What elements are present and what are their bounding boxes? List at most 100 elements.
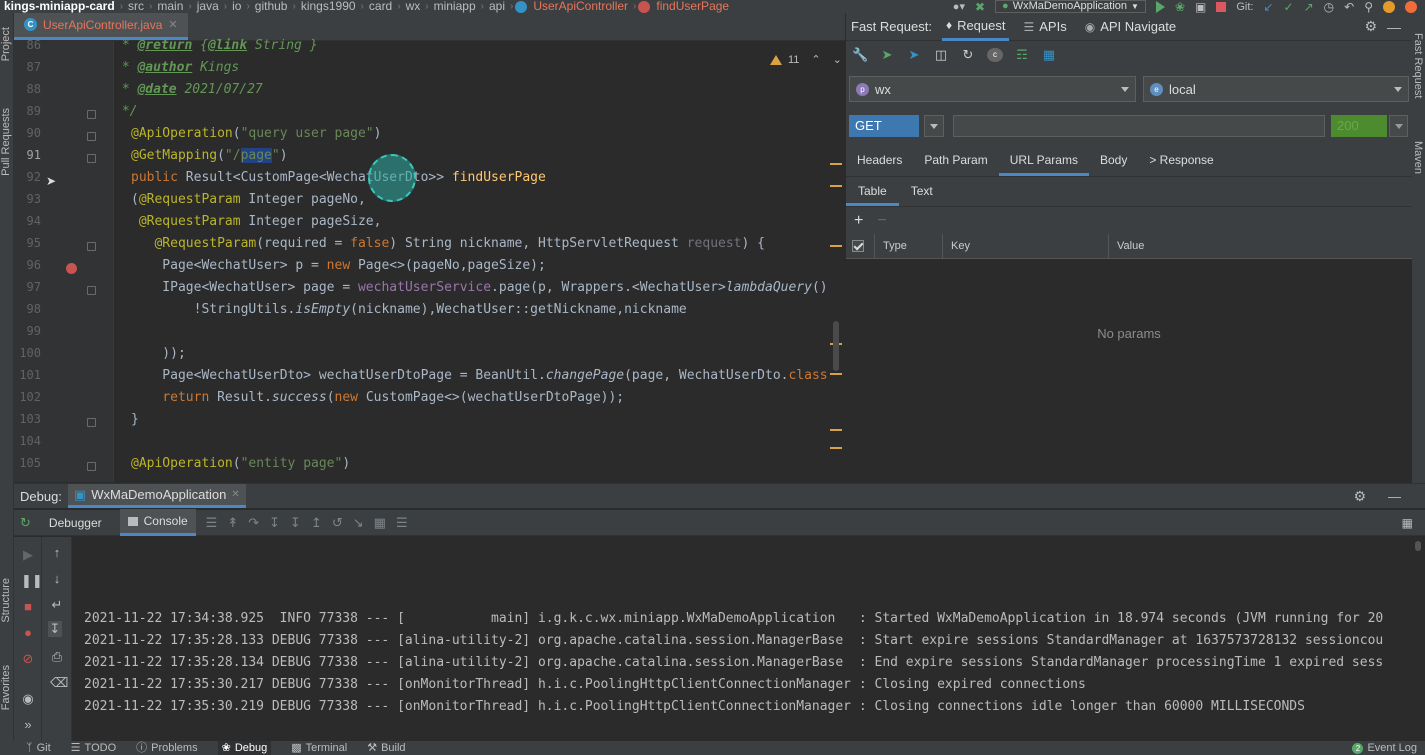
minimize-icon[interactable]: — <box>1388 489 1401 504</box>
fold-marker[interactable] <box>87 110 96 119</box>
send-download-icon[interactable]: ➤ <box>906 48 922 62</box>
trace-icon[interactable]: ☰ <box>396 515 408 531</box>
user-icon[interactable]: ●▾ <box>953 0 965 13</box>
stop-icon[interactable] <box>1216 1 1227 12</box>
save-icon[interactable]: ◫ <box>933 48 949 62</box>
editor-scrollbar[interactable] <box>833 321 839 371</box>
git-update-icon[interactable]: ↙ <box>1263 0 1273 13</box>
stop-icon[interactable]: ■ <box>21 599 35 614</box>
camera-icon[interactable]: ◉ <box>21 691 35 707</box>
force-step-into-icon[interactable]: ↧ <box>290 515 301 531</box>
run-to-cursor-icon[interactable]: ↘ <box>353 515 364 531</box>
status-dropdown-button[interactable] <box>1389 115 1408 137</box>
project-tool-button[interactable]: Project <box>0 27 14 61</box>
retry-icon[interactable]: ↻ <box>960 48 976 62</box>
console-output[interactable]: 2021-11-22 17:34:38.925 INFO 77338 --- [… <box>72 537 1411 742</box>
tab-response[interactable]: > Response <box>1138 145 1224 176</box>
maven-tool-button[interactable]: Maven <box>1412 141 1424 174</box>
fold-marker[interactable] <box>87 418 96 427</box>
arrow-up-icon[interactable]: ↑ <box>50 545 64 560</box>
more-icon[interactable]: » <box>21 717 35 732</box>
ide-logo-icon[interactable] <box>1405 0 1417 13</box>
tab-body[interactable]: Body <box>1089 145 1138 176</box>
tab-text[interactable]: Text <box>899 177 945 206</box>
todo-tool-button[interactable]: ☰ TODO <box>71 741 116 755</box>
tab-console[interactable]: Console <box>119 509 196 536</box>
remove-param-button[interactable]: − <box>877 212 886 230</box>
step-over-icon[interactable]: ↷ <box>248 515 259 531</box>
show-execution-point-icon[interactable]: ↟ <box>227 515 238 531</box>
close-icon[interactable]: ✕ <box>231 489 239 500</box>
send-icon[interactable]: ➤ <box>879 48 895 62</box>
menu-icon[interactable]: ☰ <box>206 515 218 531</box>
warning-stripe[interactable] <box>830 185 842 187</box>
terminal-tool-button[interactable]: ▩ Terminal <box>291 741 347 755</box>
tab-api-navigate[interactable]: ◉ API Navigate <box>1081 13 1180 41</box>
breadcrumb-api[interactable]: api <box>486 0 508 13</box>
wrench-icon[interactable]: 🔧 <box>852 48 868 62</box>
close-icon[interactable]: ✕ <box>168 18 177 31</box>
layout-icon[interactable]: ▦ <box>1402 516 1413 530</box>
breadcrumb-java[interactable]: java <box>194 0 222 13</box>
view-breakpoints-icon[interactable]: ● <box>21 625 35 640</box>
print-icon[interactable]: ⎙ <box>50 649 64 665</box>
drop-frame-icon[interactable]: ↺ <box>332 515 343 531</box>
tab-debugger[interactable]: Debugger <box>41 511 110 535</box>
warning-stripe[interactable] <box>830 163 842 165</box>
warning-stripe[interactable] <box>830 245 842 247</box>
scroll-to-end-icon[interactable]: ↧ <box>48 621 62 637</box>
code-area[interactable]: * @return {@link String } * @author King… <box>114 38 845 482</box>
breadcrumb-card[interactable]: card <box>366 0 395 13</box>
debug-session-tab[interactable]: ▣ WxMaDemoApplication ✕ <box>67 484 246 508</box>
fold-marker[interactable] <box>87 462 96 471</box>
run-configuration-select[interactable]: ● WxMaDemoApplication ▼ <box>995 0 1146 13</box>
project-select[interactable]: p wx <box>849 76 1136 102</box>
fold-marker[interactable] <box>87 154 96 163</box>
problems-tool-button[interactable]: ⓘ Problems <box>136 741 197 755</box>
build-hammer-icon[interactable]: ✖ <box>975 0 985 13</box>
update-available-icon[interactable] <box>1383 0 1395 13</box>
history-icon[interactable]: ◷ <box>1324 0 1334 13</box>
tab-headers[interactable]: Headers <box>846 145 913 176</box>
gift-icon[interactable]: ▦ <box>1041 48 1057 62</box>
curl-icon[interactable]: c <box>987 48 1003 62</box>
scrollbar-thumb[interactable] <box>1415 541 1421 551</box>
method-dropdown-button[interactable] <box>924 115 944 137</box>
tab-request[interactable]: ♦ Request <box>941 13 1010 41</box>
search-icon[interactable]: ⚲ <box>1364 0 1373 13</box>
warning-stripe[interactable] <box>830 373 842 375</box>
breadcrumb-github[interactable]: github <box>252 0 291 13</box>
rollback-icon[interactable]: ↶ <box>1344 0 1354 13</box>
trash-icon[interactable]: ⌫ <box>50 675 68 691</box>
breadcrumb-method[interactable]: findUserPage <box>653 0 732 13</box>
breadcrumb-main[interactable]: main <box>154 0 186 13</box>
favorites-tool-button[interactable]: Favorites <box>0 665 14 710</box>
breadcrumb-wx[interactable]: wx <box>403 0 424 13</box>
breadcrumb-kings1990[interactable]: kings1990 <box>298 0 359 13</box>
step-into-icon[interactable]: ↧ <box>269 515 280 531</box>
evaluate-icon[interactable]: ▦ <box>374 515 386 531</box>
tab-table[interactable]: Table <box>846 177 899 206</box>
git-commit-icon[interactable]: ✓ <box>1284 0 1294 13</box>
warning-stripe[interactable] <box>830 429 842 431</box>
run-gutter-rocket-icon[interactable]: ➤ <box>46 174 56 188</box>
breadcrumb-src[interactable]: src <box>125 0 147 13</box>
git-tool-button[interactable]: ᛉ Git <box>26 741 51 755</box>
breadcrumb-io[interactable]: io <box>229 0 244 13</box>
tab-apis[interactable]: ☰ APIs <box>1019 13 1070 41</box>
mute-breakpoints-icon[interactable]: ⊘ <box>21 651 35 667</box>
console-scrollbar[interactable] <box>1411 537 1425 742</box>
pull-requests-tool-button[interactable]: Pull Requests <box>0 108 14 176</box>
breakpoint-icon[interactable] <box>66 263 77 274</box>
debug-bug-icon[interactable]: ❀ <box>1175 0 1185 13</box>
structure-tool-button[interactable]: Structure <box>0 578 14 623</box>
select-all-cell[interactable] <box>846 234 875 258</box>
environment-select[interactable]: e local <box>1143 76 1409 102</box>
minimize-icon[interactable]: — <box>1387 19 1401 35</box>
fold-marker[interactable] <box>87 242 96 251</box>
step-out-icon[interactable]: ↥ <box>311 515 322 531</box>
event-log-button[interactable]: 2 Event Log <box>1352 742 1417 754</box>
git-push-icon[interactable]: ↗ <box>1304 0 1314 13</box>
url-input[interactable] <box>953 115 1325 137</box>
pause-icon[interactable]: ❚❚ <box>21 573 43 589</box>
